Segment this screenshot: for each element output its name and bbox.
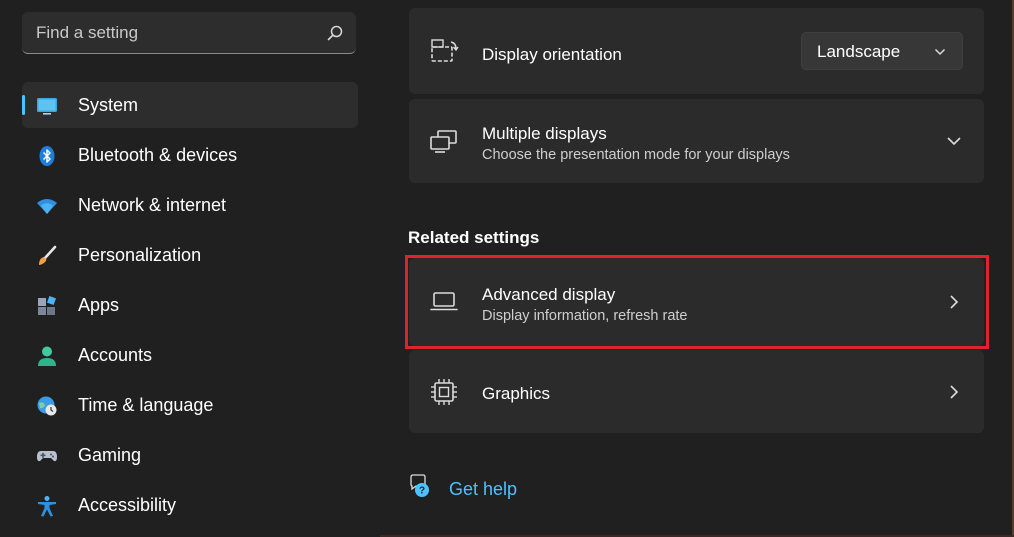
multiple-displays-icon xyxy=(430,130,457,153)
sidebar-nav: System Bluetooth & devices Network & int… xyxy=(22,82,358,532)
advanced-display-subtitle: Display information, refresh rate xyxy=(482,308,688,324)
multiple-displays-title: Multiple displays xyxy=(482,124,607,143)
display-orientation-title: Display orientation xyxy=(482,45,622,64)
orientation-value: Landscape xyxy=(817,42,901,61)
wifi-icon xyxy=(37,199,57,214)
apps-icon xyxy=(38,296,56,315)
chip-icon xyxy=(431,379,457,405)
sidebar-item-gaming[interactable]: Gaming xyxy=(22,432,358,478)
paintbrush-icon xyxy=(39,245,57,265)
orientation-dropdown[interactable]: Landscape xyxy=(801,32,963,70)
display-orientation-card: Display orientation Landscape xyxy=(409,8,984,94)
sidebar-item-accounts[interactable]: Accounts xyxy=(22,332,358,378)
main-content: Display orientation Landscape Multiple d… xyxy=(380,0,1014,537)
multiple-displays-card[interactable]: Multiple displays Choose the presentatio… xyxy=(409,99,984,183)
sidebar-item-time-language[interactable]: Time & language xyxy=(22,382,358,428)
sidebar-item-accessibility[interactable]: Accessibility xyxy=(22,482,358,528)
sidebar-item-label: Accessibility xyxy=(78,494,177,515)
sidebar-item-label: Apps xyxy=(78,294,120,315)
monitor-icon xyxy=(37,98,57,115)
search-box[interactable] xyxy=(22,12,356,54)
chevron-down-icon xyxy=(934,48,946,56)
rotate-screen-icon xyxy=(431,39,459,62)
gamepad-icon xyxy=(37,451,57,462)
sidebar: System Bluetooth & devices Network & int… xyxy=(0,0,380,537)
settings-window: System Bluetooth & devices Network & int… xyxy=(0,0,1014,537)
sidebar-item-apps[interactable]: Apps xyxy=(22,282,358,328)
person-icon xyxy=(38,346,56,366)
get-help-link[interactable]: Get help xyxy=(449,479,517,500)
search-input[interactable] xyxy=(22,12,328,54)
sidebar-item-label: Bluetooth & devices xyxy=(78,144,238,165)
sidebar-item-system[interactable]: System xyxy=(22,82,358,128)
sidebar-item-label: System xyxy=(78,94,139,115)
chevron-right-icon xyxy=(950,295,959,309)
advanced-display-card[interactable]: Advanced display Display information, re… xyxy=(409,258,984,346)
help-chat-icon: ? xyxy=(410,474,429,497)
sidebar-item-label: Personalization xyxy=(78,244,202,265)
chevron-down-icon[interactable] xyxy=(946,133,962,149)
sidebar-item-network[interactable]: Network & internet xyxy=(22,182,358,228)
sidebar-item-label: Gaming xyxy=(78,444,142,465)
search-icon[interactable] xyxy=(326,24,344,42)
multiple-displays-subtitle: Choose the presentation mode for your di… xyxy=(482,147,790,163)
svg-text:?: ? xyxy=(419,486,425,497)
chevron-right-icon xyxy=(950,385,959,399)
sidebar-item-bluetooth[interactable]: Bluetooth & devices xyxy=(22,132,358,178)
sidebar-item-label: Accounts xyxy=(78,344,153,365)
graphics-card[interactable]: Graphics xyxy=(409,350,984,433)
sidebar-item-personalization[interactable]: Personalization xyxy=(22,232,358,278)
laptop-icon xyxy=(430,292,458,311)
related-settings-heading: Related settings xyxy=(408,228,540,247)
accessibility-icon xyxy=(38,496,56,517)
get-help[interactable]: ? Get help xyxy=(408,474,568,504)
advanced-display-title: Advanced display xyxy=(482,285,616,304)
graphics-title: Graphics xyxy=(482,384,551,403)
sidebar-item-label: Time & language xyxy=(78,394,214,415)
globe-clock-icon xyxy=(37,396,57,416)
sidebar-item-label: Network & internet xyxy=(78,194,227,215)
bluetooth-icon xyxy=(39,146,55,166)
